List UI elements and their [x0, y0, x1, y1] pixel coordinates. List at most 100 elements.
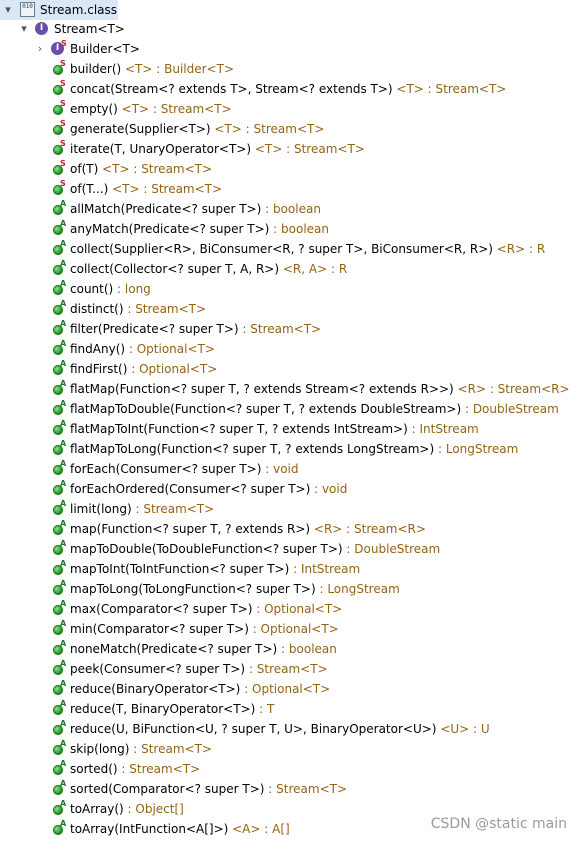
abstract-badge: A [60, 219, 67, 228]
method-row[interactable]: AflatMapToLong(Function<? super T, ? ext… [0, 439, 560, 459]
method-row[interactable]: Areduce(T, BinaryOperator<T>) : T [0, 699, 560, 719]
chevron-down-icon[interactable]: ▾ [2, 0, 14, 20]
method-row[interactable]: AforEach(Consumer<? super T>) : void [0, 459, 560, 479]
method-return-type: : long [113, 282, 151, 296]
method-row[interactable]: Sconcat(Stream<? extends T>, Stream<? ex… [0, 79, 560, 99]
method-row[interactable]: AallMatch(Predicate<? super T>) : boolea… [0, 199, 560, 219]
method-row[interactable]: Amap(Function<? super T, ? extends R>) <… [0, 519, 560, 539]
method-signature: collect(Supplier<R>, BiConsumer<R, ? sup… [70, 242, 493, 256]
method-row[interactable]: AflatMapToInt(Function<? super T, ? exte… [0, 419, 560, 439]
method-row[interactable]: Apeek(Consumer<? super T>) : Stream<T> [0, 659, 560, 679]
method-signature: forEachOrdered(Consumer<? super T>) [70, 482, 311, 496]
method-signature: of(T...) [70, 182, 109, 196]
tree-node-builder[interactable]: › I S Builder<T> [0, 39, 200, 59]
method-signature: filter(Predicate<? super T>) [70, 322, 239, 336]
method-label: skip(long) : Stream<T> [70, 739, 212, 759]
method-row[interactable]: AflatMap(Function<? super T, ? extends S… [0, 379, 570, 399]
method-signature: anyMatch(Predicate<? super T>) [70, 222, 270, 236]
method-return-type: <T> : Stream<T> [108, 182, 223, 196]
method-signature: toArray() [70, 802, 124, 816]
method-return-type: : Stream<T> [238, 322, 322, 336]
method-return-type: : Stream<T> [123, 302, 207, 316]
method-label: mapToDouble(ToDoubleFunction<? super T>)… [70, 539, 440, 559]
method-signature: reduce(BinaryOperator<T>) [70, 682, 241, 696]
method-row[interactable]: Sgenerate(Supplier<T>) <T> : Stream<T> [0, 119, 560, 139]
static-badge: S [60, 139, 66, 148]
method-row[interactable]: Amin(Comparator<? super T>) : Optional<T… [0, 619, 560, 639]
abstract-badge: A [60, 639, 67, 648]
method-label: mapToInt(ToIntFunction<? super T>) : Int… [70, 559, 360, 579]
method-return-type: : Stream<T> [131, 502, 215, 516]
method-row[interactable]: AmapToDouble(ToDoubleFunction<? super T>… [0, 539, 560, 559]
method-label: findAny() : Optional<T> [70, 339, 215, 359]
method-label: noneMatch(Predicate<? super T>) : boolea… [70, 639, 337, 659]
method-label: iterate(T, UnaryOperator<T>) <T> : Strea… [70, 139, 365, 159]
method-row[interactable]: AflatMapToDouble(Function<? super T, ? e… [0, 399, 560, 419]
method-row[interactable]: Sbuilder() <T> : Builder<T> [0, 59, 560, 79]
method-label: mapToLong(ToLongFunction<? super T>) : L… [70, 579, 400, 599]
method-label: builder() <T> : Builder<T> [70, 59, 234, 79]
method-label: of(T) <T> : Stream<T> [70, 159, 212, 179]
method-row[interactable]: AmapToLong(ToLongFunction<? super T>) : … [0, 579, 560, 599]
method-return-type: : IntStream [407, 422, 479, 436]
method-row[interactable]: Amax(Comparator<? super T>) : Optional<T… [0, 599, 560, 619]
method-row[interactable]: Sof(T...) <T> : Stream<T> [0, 179, 560, 199]
method-signature: concat(Stream<? extends T>, Stream<? ext… [70, 82, 393, 96]
method-signature: of(T) [70, 162, 99, 176]
method-row[interactable]: Sempty() <T> : Stream<T> [0, 99, 560, 119]
method-return-type: : void [261, 462, 299, 476]
method-row[interactable]: AfindAny() : Optional<T> [0, 339, 560, 359]
method-return-type: : Object[] [123, 802, 184, 816]
method-label: flatMapToDouble(Function<? super T, ? ex… [70, 399, 559, 419]
method-row[interactable]: Siterate(T, UnaryOperator<T>) <T> : Stre… [0, 139, 560, 159]
method-row[interactable]: Acollect(Collector<? super T, A, R>) <R,… [0, 259, 560, 279]
method-row[interactable]: Acollect(Supplier<R>, BiConsumer<R, ? su… [0, 239, 560, 259]
method-label: forEach(Consumer<? super T>) : void [70, 459, 299, 479]
method-signature: map(Function<? super T, ? extends R>) [70, 522, 311, 536]
method-return-type: : Stream<T> [264, 782, 348, 796]
static-badge: S [60, 59, 66, 68]
class-file-icon: 010 [20, 2, 35, 17]
method-return-type: <U> : U [436, 722, 490, 736]
method-row[interactable]: AforEachOrdered(Consumer<? super T>) : v… [0, 479, 560, 499]
method-signature: forEach(Consumer<? super T>) [70, 462, 262, 476]
method-row[interactable]: AanyMatch(Predicate<? super T>) : boolea… [0, 219, 560, 239]
method-return-type: : LongStream [315, 582, 400, 596]
abstract-badge: A [60, 319, 67, 328]
method-row[interactable]: Areduce(U, BiFunction<U, ? super T, U>, … [0, 719, 560, 739]
method-label: concat(Stream<? extends T>, Stream<? ext… [70, 79, 506, 99]
method-row[interactable]: Asorted(Comparator<? super T>) : Stream<… [0, 779, 560, 799]
method-label: max(Comparator<? super T>) : Optional<T> [70, 599, 342, 619]
method-label: collect(Collector<? super T, A, R>) <R, … [70, 259, 347, 279]
method-row[interactable]: Acount() : long [0, 279, 560, 299]
tree-node-stream-class[interactable]: ▾ 010 Stream.class [0, 0, 118, 20]
method-signature: empty() [70, 102, 118, 116]
method-row[interactable]: Adistinct() : Stream<T> [0, 299, 560, 319]
method-signature: flatMapToDouble(Function<? super T, ? ex… [70, 402, 462, 416]
method-row[interactable]: Sof(T) <T> : Stream<T> [0, 159, 560, 179]
abstract-badge: A [60, 599, 67, 608]
chevron-down-icon[interactable]: ▾ [18, 19, 30, 39]
static-badge: S [60, 119, 66, 128]
method-return-type: : IntStream [289, 562, 361, 576]
abstract-badge: A [60, 699, 67, 708]
method-row[interactable]: Alimit(long) : Stream<T> [0, 499, 560, 519]
method-row[interactable]: Areduce(BinaryOperator<T>) : Optional<T> [0, 679, 560, 699]
chevron-right-icon[interactable]: › [34, 39, 46, 59]
method-label: map(Function<? super T, ? extends R>) <R… [70, 519, 426, 539]
method-return-type: <T> : Stream<T> [117, 102, 232, 116]
method-row[interactable]: AnoneMatch(Predicate<? super T>) : boole… [0, 639, 560, 659]
method-signature: sorted(Comparator<? super T>) [70, 782, 265, 796]
method-row[interactable]: Afilter(Predicate<? super T>) : Stream<T… [0, 319, 560, 339]
method-label: count() : long [70, 279, 151, 299]
method-return-type: <T> : Builder<T> [121, 62, 234, 76]
method-row[interactable]: AfindFirst() : Optional<T> [0, 359, 560, 379]
method-return-type: : Optional<T> [125, 342, 215, 356]
tree-node-stream-interface[interactable]: ▾ I Stream<T> [0, 19, 200, 39]
method-row[interactable]: Asorted() : Stream<T> [0, 759, 560, 779]
method-row[interactable]: AmapToInt(ToIntFunction<? super T>) : In… [0, 559, 560, 579]
method-row[interactable]: Askip(long) : Stream<T> [0, 739, 560, 759]
static-badge: S [60, 99, 66, 108]
abstract-badge: A [60, 659, 67, 668]
static-badge: S [60, 159, 66, 168]
